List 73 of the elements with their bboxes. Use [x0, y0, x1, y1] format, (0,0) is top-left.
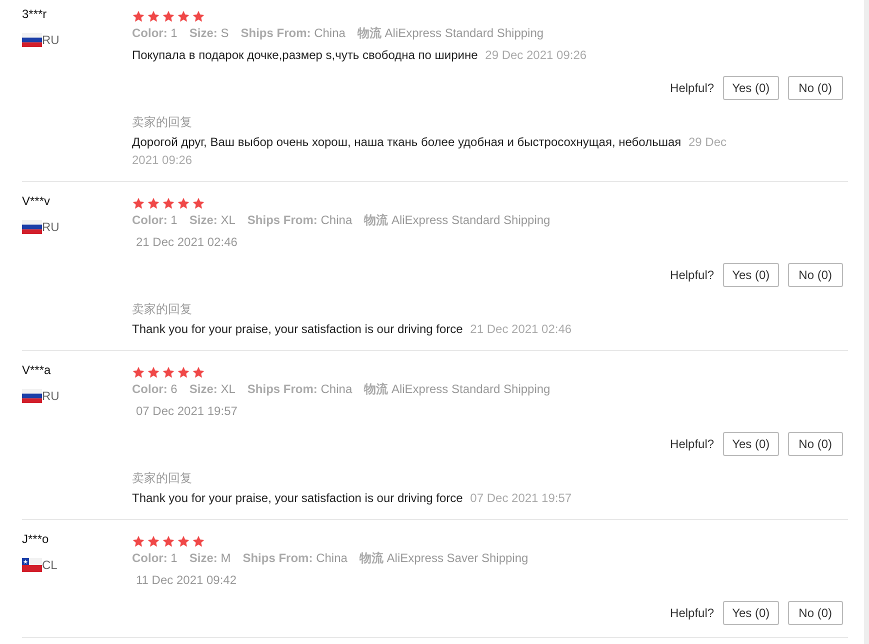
product-attribute: Color: 1	[132, 25, 178, 42]
product-attribute: Color: 1	[132, 212, 178, 229]
yes-vote-button[interactable]: Yes (0)	[723, 263, 779, 287]
product-attribute: Ships From: China	[242, 550, 348, 567]
star-icon	[192, 196, 205, 210]
product-attribute: 物流 AliExpress Standard Shipping	[357, 25, 544, 42]
star-icon	[177, 366, 190, 378]
star-icon	[162, 366, 175, 378]
star-icon	[147, 366, 160, 378]
star-icon	[162, 196, 175, 210]
product-attribute: 物流 AliExpress Standard Shipping	[364, 212, 550, 229]
star-icon	[132, 534, 145, 548]
review-date: 11 Dec 2021 09:42	[136, 572, 237, 589]
seller-reply-title: 卖家的回复	[132, 470, 192, 487]
product-attribute: Size: S	[189, 25, 229, 42]
star-icon	[162, 534, 175, 548]
reply-date: 21 Dec 2021 02:46	[470, 322, 572, 336]
star-icon	[177, 196, 190, 210]
no-vote-button[interactable]: No (0)	[788, 432, 843, 456]
review-text: Покупала в подарок дочке,размер s,чуть свободна по ширине 29 Dec 2021 09:26	[132, 47, 587, 64]
product-attribute: Size: M	[189, 550, 231, 567]
product-attribute: Color: 6	[132, 381, 178, 398]
star-icon	[147, 10, 160, 22]
seller-reply-title: 卖家的回复	[132, 301, 192, 318]
star-icon	[132, 196, 145, 210]
helpful-label: Helpful?	[670, 436, 714, 453]
reviewer-name: J***o	[22, 531, 49, 548]
product-attribute: Ships From: China	[247, 381, 352, 398]
reviewer-name: V***a	[22, 362, 51, 379]
flag-icon	[22, 558, 42, 572]
star-icon	[132, 366, 145, 378]
reviewer-name: 3***r	[22, 6, 47, 23]
star-icon	[192, 10, 205, 22]
review-date: 29 Dec 2021 09:26	[485, 48, 587, 62]
yes-vote-button[interactable]: Yes (0)	[723, 432, 779, 456]
flag-icon	[22, 220, 42, 234]
seller-reply-title: 卖家的回复	[132, 114, 192, 131]
helpful-label: Helpful?	[670, 267, 714, 284]
review-date: 21 Dec 2021 02:46	[136, 234, 238, 251]
star-icon	[162, 10, 175, 22]
star-icon	[147, 534, 160, 548]
no-vote-button[interactable]: No (0)	[788, 263, 843, 287]
yes-vote-button[interactable]: Yes (0)	[723, 76, 779, 100]
no-vote-button[interactable]: No (0)	[788, 76, 843, 100]
seller-reply-text: Thank you for your praise, your satisfaction is our driving force 07 Dec 2021 19:57	[132, 490, 573, 507]
helpful-label: Helpful?	[670, 80, 714, 97]
seller-reply-text: Дорогой друг, Ваш выбор очень хорош, наша ткань более удобная и быстросохнущая, небольшая 29 Dec 2021 09:26	[132, 134, 727, 169]
country-code: RU	[42, 388, 60, 405]
reviewer-name: V***v	[22, 193, 50, 210]
yes-vote-button[interactable]: Yes (0)	[723, 601, 779, 625]
flag-icon	[22, 389, 42, 403]
review-date: 07 Dec 2021 19:57	[136, 403, 238, 420]
product-attribute: 物流 AliExpress Saver Shipping	[359, 550, 528, 567]
product-attribute: Color: 1	[132, 550, 178, 567]
flag-icon	[22, 33, 42, 47]
product-attribute: Size: XL	[189, 212, 236, 229]
product-attribute: Ships From: China	[247, 212, 352, 229]
product-attribute: Size: XL	[189, 381, 236, 398]
country-code: RU	[42, 32, 60, 49]
star-icon	[132, 10, 145, 22]
country-code: CL	[42, 557, 58, 574]
product-attribute: 物流 AliExpress Standard Shipping	[364, 381, 550, 398]
star-icon	[192, 534, 205, 548]
country-code: RU	[42, 219, 60, 236]
no-vote-button[interactable]: No (0)	[788, 601, 843, 625]
product-attribute: Ships From: China	[240, 25, 346, 42]
star-icon	[147, 196, 160, 210]
star-icon	[177, 534, 190, 548]
helpful-label: Helpful?	[670, 605, 714, 622]
star-icon	[177, 10, 190, 22]
star-icon	[192, 366, 205, 378]
reply-date: 07 Dec 2021 19:57	[470, 491, 572, 505]
seller-reply-text: Thank you for your praise, your satisfaction is our driving force 21 Dec 2021 02:46	[132, 321, 573, 338]
